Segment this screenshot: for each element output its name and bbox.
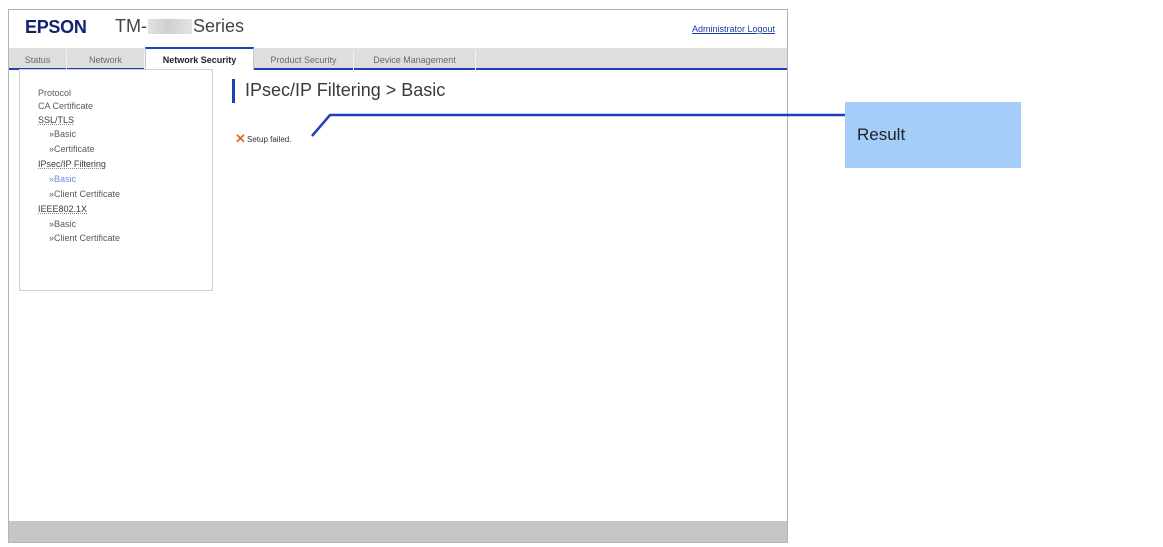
sidebar-item-protocol[interactable]: Protocol bbox=[38, 88, 71, 98]
tab-bar: Status Network Network Security Product … bbox=[9, 47, 787, 70]
header: EPSON TM- Series Administrator Logout bbox=[9, 10, 787, 42]
tab-product-security[interactable]: Product Security bbox=[254, 50, 354, 70]
page-title: IPsec/IP Filtering > Basic bbox=[245, 80, 446, 100]
epson-logo: EPSON bbox=[25, 17, 87, 37]
administrator-logout-link[interactable]: Administrator Logout bbox=[692, 24, 775, 34]
model-number-redacted bbox=[147, 19, 192, 34]
footer-bar bbox=[9, 521, 787, 542]
printer-model: TM- Series bbox=[115, 16, 244, 37]
status-message: Setup failed. bbox=[247, 135, 292, 144]
result-callout-label: Result bbox=[857, 125, 906, 144]
sidebar-item-ssl-basic[interactable]: »Basic bbox=[49, 129, 76, 139]
sidebar-item-ipsec-client-certificate[interactable]: »Client Certificate bbox=[49, 189, 120, 199]
sidebar-section-ipsec-ip-filtering: IPsec/IP Filtering bbox=[38, 159, 106, 169]
title-accent-bar bbox=[232, 79, 235, 103]
error-x-icon: ✕ bbox=[235, 131, 246, 146]
tab-device-management[interactable]: Device Management bbox=[354, 50, 476, 70]
result-callout: Result bbox=[845, 102, 1021, 168]
tab-status[interactable]: Status bbox=[9, 50, 67, 70]
sidebar-menu: Protocol CA Certificate SSL/TLS »Basic »… bbox=[19, 69, 213, 291]
sidebar-item-ipsec-basic[interactable]: »Basic bbox=[49, 174, 76, 184]
sidebar-item-ieee-basic[interactable]: »Basic bbox=[49, 219, 76, 229]
sidebar-section-ieee8021x: IEEE802.1X bbox=[38, 204, 88, 214]
model-suffix: Series bbox=[192, 16, 245, 36]
sidebar-item-ieee-client-certificate[interactable]: »Client Certificate bbox=[49, 233, 120, 243]
model-prefix: TM- bbox=[115, 16, 147, 36]
sidebar-item-ca-certificate[interactable]: CA Certificate bbox=[38, 101, 93, 111]
sidebar-section-ssl-tls: SSL/TLS bbox=[38, 115, 75, 125]
sidebar-item-ssl-certificate[interactable]: »Certificate bbox=[49, 144, 95, 154]
tab-network-security[interactable]: Network Security bbox=[145, 47, 254, 70]
tab-network[interactable]: Network bbox=[67, 50, 145, 70]
